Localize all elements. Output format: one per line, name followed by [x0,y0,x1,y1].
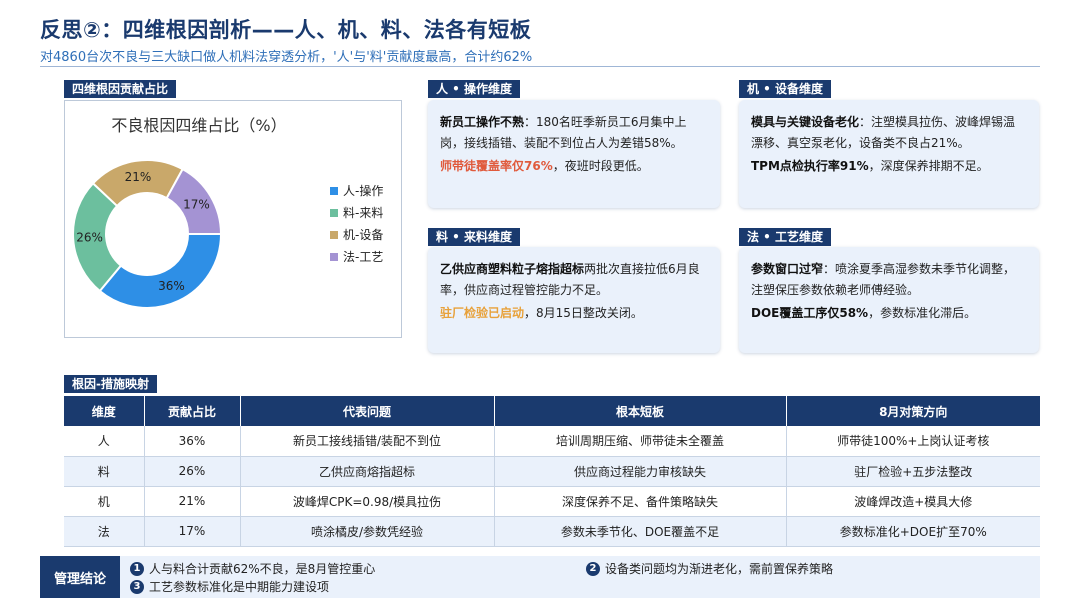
conclusion-item: 1 人与料合计贡献62%不良，是8月管控重心 [130,560,375,577]
table-cell: 人 [64,426,145,457]
legend-label: 机-设备 [343,228,383,242]
legend-swatch [330,209,338,217]
conclusion-box: 1 人与料合计贡献62%不良，是8月管控重心 2 设备类问题均为渐进老化，需前置… [120,556,1040,598]
person-card-tag: 人 • 操作维度 [428,80,521,98]
table-cell: 乙供应商熔指超标 [240,456,495,487]
legend-label: 法-工艺 [343,250,383,264]
title-divider [40,66,1040,67]
table-header-row: 维度 贡献占比 代表问题 根本短板 8月对策方向 [64,396,1040,426]
machine-card-p1-bold: 模具与关键设备老化 [751,115,860,129]
table-header-cell: 维度 [64,396,145,426]
legend-label: 人-操作 [343,183,383,198]
number-badge-icon: 3 [130,579,144,594]
table-header-cell: 代表问题 [240,396,495,426]
table-header-cell: 贡献占比 [144,396,241,426]
table-cell: 21% [144,486,241,517]
material-card-p1-bold: 乙供应商塑料粒子熔指超标 [440,262,585,276]
slice-label: 26% [76,231,103,245]
machine-card-p2-bold: TPM点检执行率91% [751,159,869,173]
person-card: 新员工操作不熟：180名旺季新员工6月集中上岗，接线插错、装配不到位占人为差错5… [428,100,720,208]
legend-label: 料-来料 [343,206,383,220]
material-card-p1: 乙供应商塑料粒子熔指超标两批次直接拉低6月良率，供应商过程管控能力不足。 [440,259,708,301]
table-row: 机 21% 波峰焊CPK=0.98/模具拉伤 深度保养不足、备件策略缺失 波峰焊… [64,486,1040,517]
method-card-p2-bold: DOE覆盖工序仅58% [751,306,869,320]
legend-swatch [330,253,338,261]
machine-card-p2-text: ，深度保养排期不足。 [868,159,989,173]
table-cell: 波峰焊改造+模具大修 [786,486,1040,517]
table-cell: 17% [144,516,241,547]
table-header-cell: 8月对策方向 [786,396,1040,426]
material-card-p2-highlight: 驻厂检验已启动 [440,306,525,320]
rootcause-measure-table: 维度 贡献占比 代表问题 根本短板 8月对策方向 人 36% 新员工接线插错/装… [64,396,1040,547]
table-cell: 新员工接线插错/装配不到位 [240,426,495,457]
table-cell: 机 [64,486,145,517]
chart-section-tag: 四维根因贡献占比 [64,80,177,98]
material-card-p2-text: ，8月15日整改关闭。 [524,306,643,320]
legend-swatch [330,187,338,195]
table-row: 人 36% 新员工接线插错/装配不到位 培训周期压缩、师带徒未全覆盖 师带徒10… [64,426,1040,457]
machine-card-p2: TPM点检执行率91%，深度保养排期不足。 [751,156,1027,177]
slice-label: 21% [125,170,152,184]
machine-card: 模具与关键设备老化：注塑模具拉伤、波峰焊锡温漂移、真空泵老化，设备类不良占21%… [739,100,1039,208]
page-title: 反思②：四维根因剖析——人、机、料、法各有短板 [40,18,532,42]
material-card-p2: 驻厂检验已启动，8月15日整改关闭。 [440,303,708,324]
machine-card-tag: 机 • 设备维度 [739,80,832,98]
conclusion-item: 2 设备类问题均为渐进老化，需前置保养策略 [586,560,833,577]
material-card: 乙供应商塑料粒子熔指超标两批次直接拉低6月良率，供应商过程管控能力不足。 驻厂检… [428,247,720,353]
table-cell: 26% [144,456,241,487]
table-cell: 驻厂检验+五步法整改 [786,456,1040,487]
method-card-p1-bold: 参数窗口过窄 [751,262,824,276]
legend-swatch [330,231,338,239]
donut-chart-panel: 不良根因四维占比（%） 36% 26% 21% 17% 人-操作料-来料机-设备法-工… [64,100,402,338]
method-card-p1: 参数窗口过窄：喷涂夏季高湿参数未季节化调整，注塑保压参数依赖老师傅经验。 [751,259,1027,301]
table-cell: 36% [144,426,241,457]
donut-chart: 不良根因四维占比（%） 36% 26% 21% 17% 人-操作料-来料机-设备法-工… [72,116,383,309]
table-cell: 波峰焊CPK=0.98/模具拉伤 [240,486,495,517]
table-cell: 料 [64,456,145,487]
method-card: 参数窗口过窄：喷涂夏季高湿参数未季节化调整，注塑保压参数依赖老师傅经验。 DOE… [739,247,1039,353]
table-row: 法 17% 喷涂橘皮/参数凭经验 参数未季节化、DOE覆盖不足 参数标准化+DO… [64,516,1040,547]
donut-slice-1 [98,233,223,309]
person-card-p1-bold: 新员工操作不熟 [440,115,525,129]
table-cell: 深度保养不足、备件策略缺失 [494,486,787,517]
conclusion-tag: 管理结论 [40,556,120,598]
slice-label: 36% [158,279,185,293]
table-row: 料 26% 乙供应商熔指超标 供应商过程能力审核缺失 驻厂检验+五步法整改 [64,456,1040,487]
table-section-tag: 根因-措施映射 [64,375,157,393]
method-card-tag: 法 • 工艺维度 [739,228,832,246]
number-badge-icon: 1 [130,561,144,576]
table-cell: 供应商过程能力审核缺失 [494,456,787,487]
slice-label: 17% [183,198,210,212]
table-cell: 法 [64,516,145,547]
table-header-cell: 根本短板 [494,396,787,426]
person-card-p2-text: ，夜班时段更低。 [552,159,649,173]
number-badge-icon: 2 [586,561,600,576]
conclusion-text: 设备类问题均为渐进老化，需前置保养策略 [605,562,834,576]
table-cell: 参数标准化+DOE扩至70% [786,516,1040,547]
table-cell: 师带徒100%+上岗认证考核 [786,426,1040,457]
person-card-p1: 新员工操作不熟：180名旺季新员工6月集中上岗，接线插错、装配不到位占人为差错5… [440,112,708,154]
chart-title: 不良根因四维占比（%） [111,116,286,135]
conclusion-text: 工艺参数标准化是中期能力建设项 [149,580,330,594]
table-cell: 培训周期压缩、师带徒未全覆盖 [494,426,787,457]
table-cell: 喷涂橘皮/参数凭经验 [240,516,495,547]
conclusion-item: 3 工艺参数标准化是中期能力建设项 [130,578,329,595]
page-subtitle: 对4860台次不良与三大缺口做人机料法穿透分析，'人'与'料'贡献度最高，合计约… [40,50,533,65]
table-cell: 参数未季节化、DOE覆盖不足 [494,516,787,547]
person-card-p2-highlight: 师带徒覆盖率仅76% [440,159,553,173]
method-card-p2: DOE覆盖工序仅58%，参数标准化滞后。 [751,303,1027,324]
person-card-p2: 师带徒覆盖率仅76%，夜班时段更低。 [440,156,708,177]
machine-card-p1: 模具与关键设备老化：注塑模具拉伤、波峰焊锡温漂移、真空泵老化，设备类不良占21%… [751,112,1027,154]
method-card-p2-text: ，参数标准化滞后。 [868,306,977,320]
material-card-tag: 料 • 来料维度 [428,228,521,246]
conclusion-text: 人与料合计贡献62%不良，是8月管控重心 [149,562,376,576]
